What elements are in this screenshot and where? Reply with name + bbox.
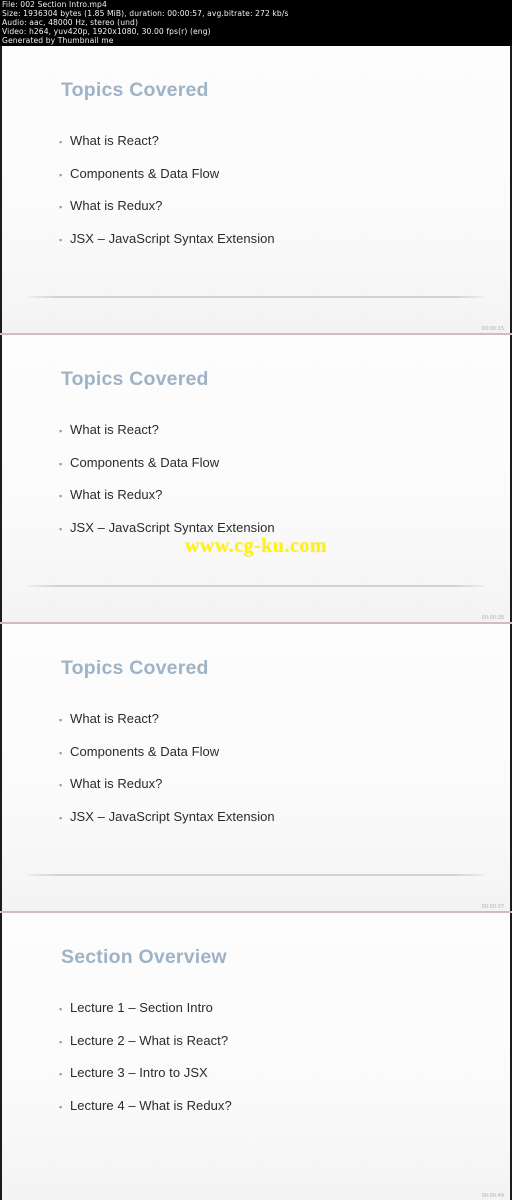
bullet-text: JSX – JavaScript Syntax Extension xyxy=(70,808,275,824)
bullet-text: Components & Data Flow xyxy=(70,454,220,470)
slide-thumbnail[interactable]: Topics Covered ▪ What is React? ▪ Compon… xyxy=(0,335,512,622)
list-item: ▪ Components & Data Flow xyxy=(59,166,275,199)
list-item: ▪ What is React? xyxy=(59,422,275,455)
bullet-text: What is Redux? xyxy=(70,487,163,502)
list-item: ▪ Lecture 4 – What is Redux? xyxy=(59,1098,232,1131)
bullet-marker-icon: ▪ xyxy=(59,458,63,469)
list-item: ▪ What is React? xyxy=(59,711,275,744)
bullet-marker-icon: ▪ xyxy=(59,747,63,758)
bullet-text: What is React? xyxy=(70,422,159,437)
list-item: ▪ Lecture 1 – Section Intro xyxy=(59,1000,232,1033)
slide-thumbnail[interactable]: Section Overview ▪ Lecture 1 – Section I… xyxy=(0,913,512,1200)
bullet-text: JSX – JavaScript Syntax Extension xyxy=(70,230,275,246)
slide-timestamp: 00:00:15 xyxy=(481,326,505,332)
bullet-marker-icon: ▪ xyxy=(59,169,63,180)
list-item: ▪ What is Redux? xyxy=(59,776,275,809)
video-info-header: File: 002 Section Intro.mp4 Size: 193630… xyxy=(0,0,512,46)
bullet-marker-icon: ▪ xyxy=(59,426,63,436)
bullet-marker-icon: ▪ xyxy=(59,234,63,245)
bullet-marker-icon: ▪ xyxy=(59,812,63,823)
list-item: ▪ What is Redux? xyxy=(59,487,275,520)
bullet-marker-icon: ▪ xyxy=(59,715,63,725)
bullet-text: Lecture 2 – What is React? xyxy=(70,1032,229,1048)
info-line-generator: Generated by Thumbnail me xyxy=(2,35,114,45)
list-item: ▪ JSX – JavaScript Syntax Extension xyxy=(59,809,275,842)
bullet-marker-icon: ▪ xyxy=(59,202,63,212)
bullet-text: JSX – JavaScript Syntax Extension xyxy=(70,519,275,535)
bullet-list: ▪ What is React? ▪ Components & Data Flo… xyxy=(59,711,275,841)
bullet-marker-icon: ▪ xyxy=(59,491,63,501)
bullet-text: Components & Data Flow xyxy=(70,165,220,181)
slide-divider-rule xyxy=(28,296,484,298)
bullet-marker-icon: ▪ xyxy=(59,1004,63,1014)
list-item: ▪ Components & Data Flow xyxy=(59,744,275,777)
bullet-marker-icon: ▪ xyxy=(59,523,63,534)
list-item: ▪ Lecture 2 – What is React? xyxy=(59,1033,232,1066)
bullet-marker-icon: ▪ xyxy=(59,1101,63,1112)
bullet-marker-icon: ▪ xyxy=(59,780,63,790)
bullet-marker-icon: ▪ xyxy=(59,1069,63,1079)
bullet-text: Lecture 1 – Section Intro xyxy=(70,1000,213,1015)
list-item: ▪ JSX – JavaScript Syntax Extension xyxy=(59,520,275,553)
bullet-list: ▪ What is React? ▪ Components & Data Flo… xyxy=(59,133,275,263)
list-item: ▪ JSX – JavaScript Syntax Extension xyxy=(59,231,275,264)
slide-timestamp: 00:00:37 xyxy=(481,904,505,910)
bullet-text: What is React? xyxy=(70,711,159,726)
slide-thumbnail[interactable]: Topics Covered ▪ What is React? ▪ Compon… xyxy=(0,624,512,911)
slide-thumbnail-stack: Topics Covered ▪ What is React? ▪ Compon… xyxy=(0,46,512,1200)
slide-title: Section Overview xyxy=(61,946,227,968)
list-item: ▪ What is React? xyxy=(59,133,275,166)
list-item: ▪ Components & Data Flow xyxy=(59,455,275,488)
bullet-marker-icon: ▪ xyxy=(59,1036,63,1047)
list-item: ▪ Lecture 3 – Intro to JSX xyxy=(59,1065,232,1098)
bullet-text: What is Redux? xyxy=(70,776,163,791)
bullet-text: What is React? xyxy=(70,133,159,148)
bullet-text: Components & Data Flow xyxy=(70,743,220,759)
bullet-text: Lecture 3 – Intro to JSX xyxy=(70,1065,208,1080)
slide-title: Topics Covered xyxy=(61,79,209,101)
slide-divider-rule xyxy=(28,874,484,876)
slide-title: Topics Covered xyxy=(61,657,209,679)
slide-timestamp: 00:00:28 xyxy=(481,615,505,621)
bullet-list: ▪ Lecture 1 – Section Intro ▪ Lecture 2 … xyxy=(59,1000,232,1130)
slide-thumbnail[interactable]: Topics Covered ▪ What is React? ▪ Compon… xyxy=(0,46,512,333)
list-item: ▪ What is Redux? xyxy=(59,198,275,231)
bullet-text: What is Redux? xyxy=(70,198,163,213)
slide-title: Topics Covered xyxy=(61,368,209,390)
bullet-marker-icon: ▪ xyxy=(59,137,63,147)
slide-timestamp: 00:00:49 xyxy=(481,1193,505,1199)
bullet-list: ▪ What is React? ▪ Components & Data Flo… xyxy=(59,422,275,552)
bullet-text: Lecture 4 – What is Redux? xyxy=(70,1097,232,1113)
slide-divider-rule xyxy=(28,585,484,587)
